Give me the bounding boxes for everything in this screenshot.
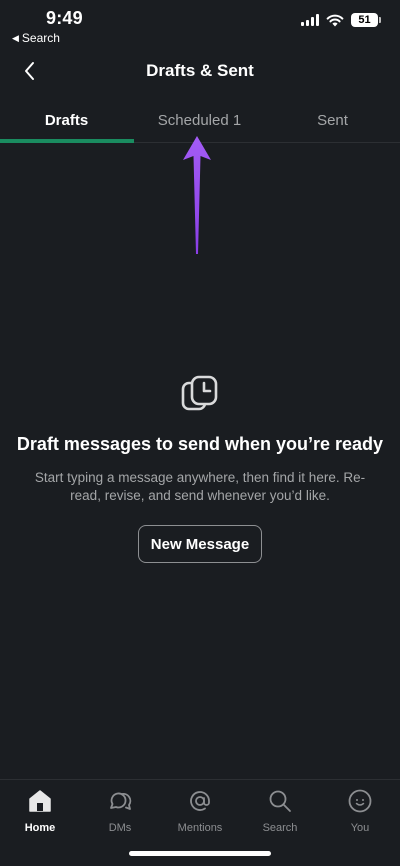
drafts-copy-icon — [181, 375, 218, 411]
status-time: 9:49 — [46, 8, 83, 28]
empty-state-title: Draft messages to send when you’re ready — [16, 434, 384, 454]
nav-mentions-label: Mentions — [177, 822, 223, 834]
home-icon — [29, 790, 51, 812]
page-title: Drafts & Sent — [146, 61, 254, 80]
active-tab-indicator — [0, 139, 134, 143]
nav-dms-label: DMs — [108, 822, 132, 834]
new-message-button[interactable]: New Message — [137, 525, 263, 563]
nav-mentions[interactable]: Mentions — [160, 788, 240, 834]
empty-state-description: Start typing a message anywhere, then fi… — [34, 470, 366, 503]
nav-you[interactable]: You — [320, 788, 400, 834]
nav-home-label: Home — [24, 822, 56, 834]
nav-search-label: Search — [262, 822, 298, 834]
tab-sent[interactable]: Sent — [266, 100, 399, 140]
status-icons: 51 — [301, 13, 381, 27]
back-to-app-link[interactable]: ◀ Search — [12, 31, 60, 45]
navigation-bar: Drafts & Sent — [0, 52, 400, 92]
search-icon — [269, 790, 291, 812]
dms-icon — [110, 792, 132, 810]
nav-you-label: You — [350, 822, 370, 834]
wifi-icon — [326, 14, 344, 26]
home-indicator[interactable] — [129, 851, 271, 856]
nav-home[interactable]: Home — [0, 788, 80, 834]
empty-state: Draft messages to send when you’re ready… — [0, 372, 400, 563]
battery-icon: 51 — [351, 13, 381, 27]
cellular-signal-icon — [301, 14, 319, 26]
at-icon — [190, 791, 210, 811]
tab-drafts[interactable]: Drafts — [0, 100, 133, 140]
you-icon — [348, 789, 372, 813]
status-bar: 9:49 ◀ Search 51 — [0, 0, 400, 48]
nav-dms[interactable]: DMs — [80, 788, 160, 834]
annotation-arrow-icon — [183, 136, 211, 254]
back-app-label: Search — [21, 31, 60, 45]
back-triangle-icon: ◀ — [12, 32, 19, 43]
nav-search[interactable]: Search — [240, 788, 320, 834]
